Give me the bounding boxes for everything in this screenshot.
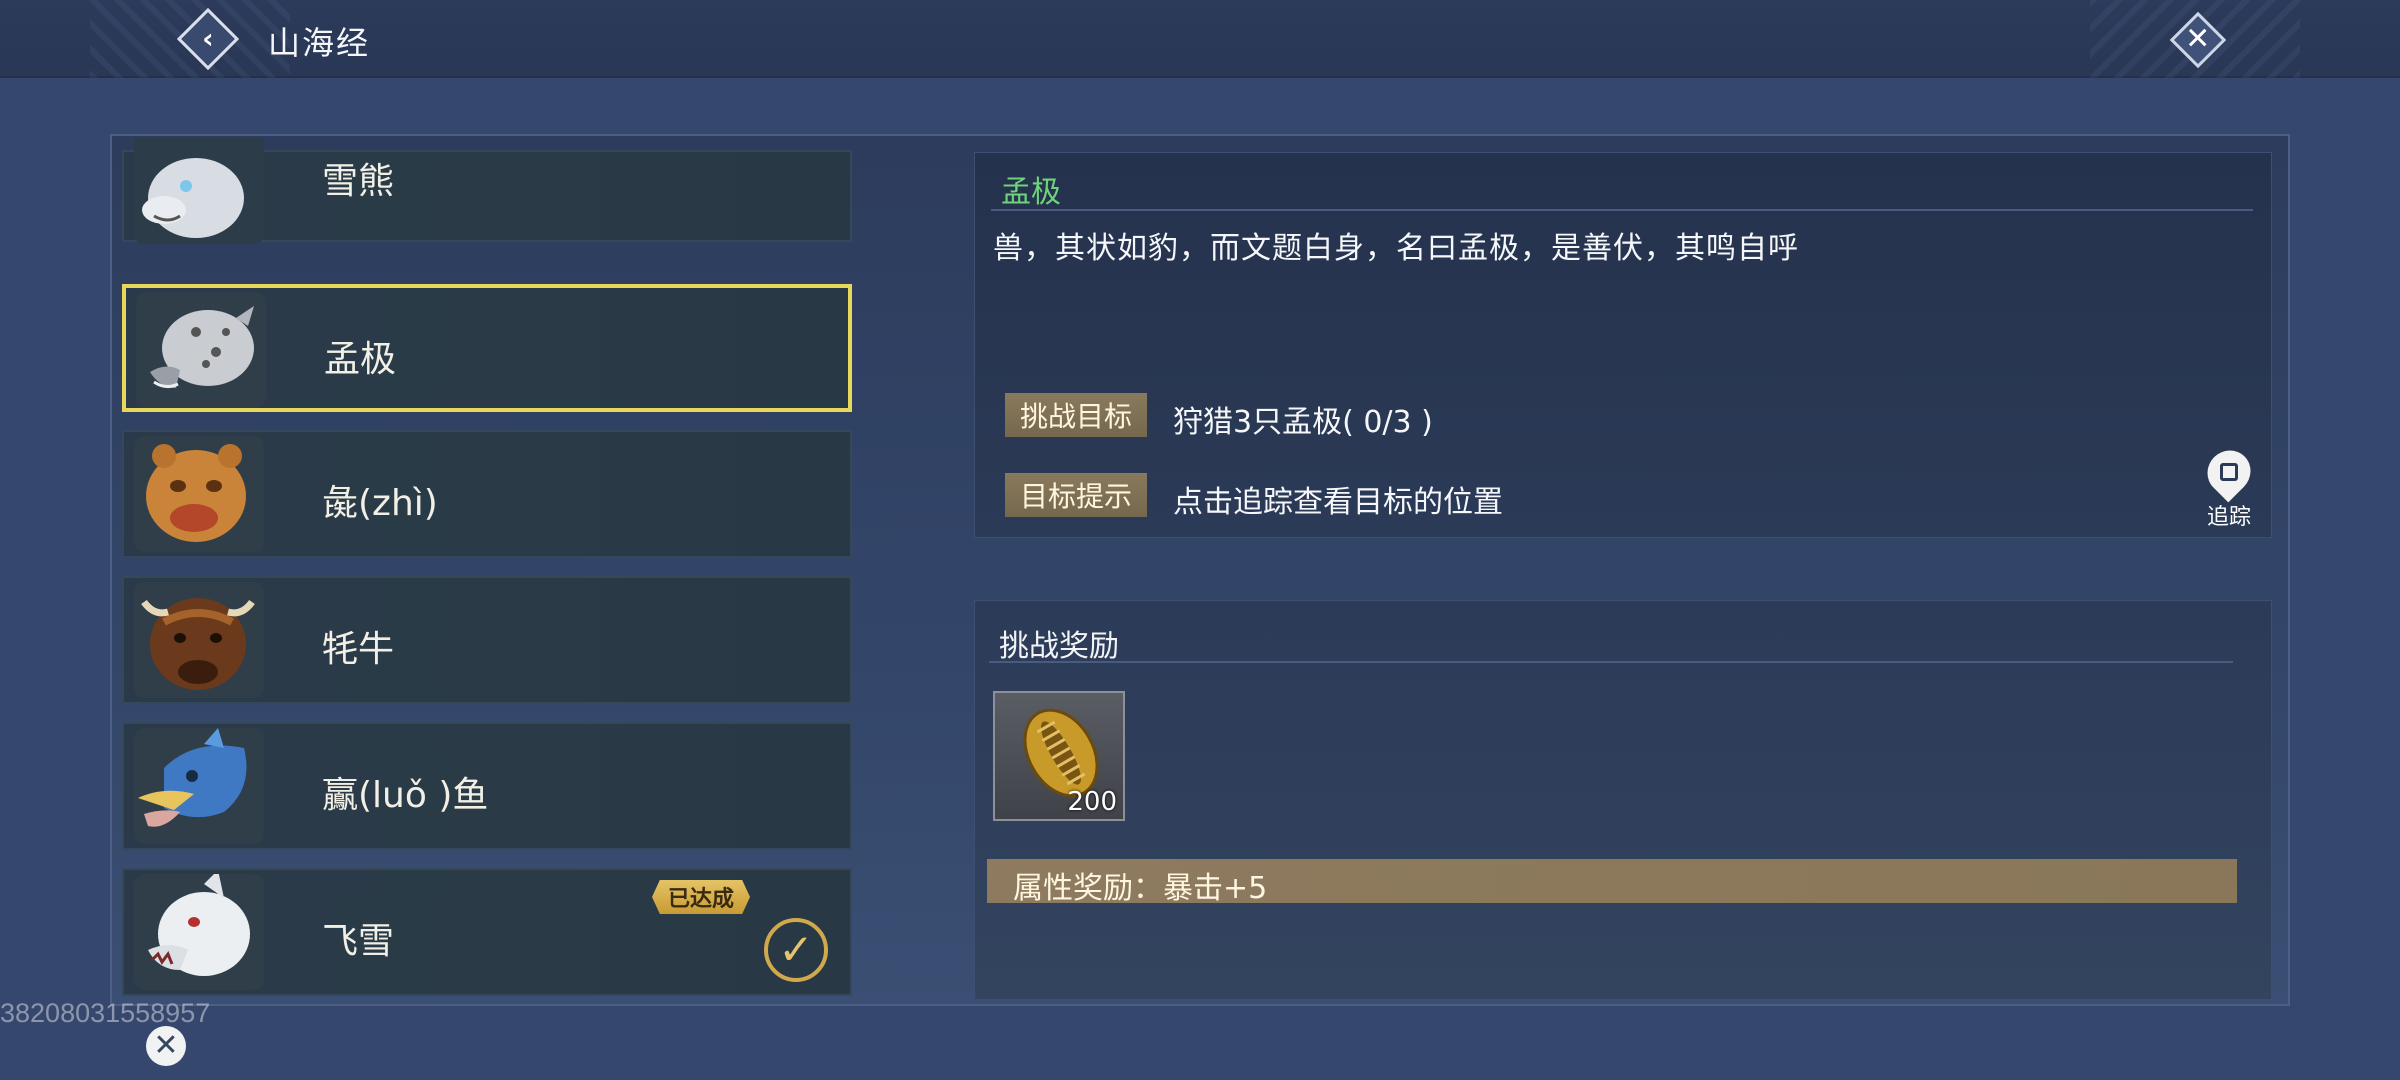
beast-item-feixue[interactable]: 飞雪 已达成 ✓ (122, 868, 852, 996)
goal-hint-label: 目标提示 (1005, 473, 1147, 517)
page-title: 山海经 (268, 24, 371, 62)
attribute-reward-text: 属性奖励：暴击+5 (1013, 871, 1268, 906)
back-arrow-icon: ‹ (202, 21, 214, 55)
close-icon: ✕ (153, 1028, 179, 1063)
feixue-portrait (134, 874, 264, 990)
detail-divider (991, 209, 2253, 211)
user-id-watermark: 38208031558957 (0, 998, 211, 1028)
close-icon: ✕ (2185, 21, 2211, 57)
goal-hint-text: 点击追踪查看目标的位置 (1173, 485, 1503, 520)
yak-portrait (134, 582, 264, 698)
check-icon: ✓ (764, 918, 828, 982)
beast-list-panel[interactable]: 鸟兽 雪熊 孟极 (114, 138, 854, 1004)
reward-item-count: 200 (1067, 787, 1117, 817)
track-label: 追踪 (2206, 505, 2251, 530)
beast-name: 彘(zhì) (322, 483, 438, 524)
beast-item-zhi[interactable]: 彘(zhì) (122, 430, 852, 558)
beast-name: 飞雪 (322, 921, 395, 962)
beast-item-snow-bear[interactable]: 雪熊 (122, 138, 852, 244)
zhi-portrait (134, 436, 264, 552)
attribute-reward-bar: 属性奖励：暴击+5 (987, 859, 2237, 906)
reward-item-slot[interactable]: 200 (993, 691, 1125, 821)
beast-item-mengji[interactable]: 孟极 (122, 284, 852, 412)
beast-detail-panel: 孟极 兽，其状如豹，而文题白身，名曰孟极，是善伏，其鸣自呼 挑战目标 狩猎3只孟… (974, 152, 2272, 538)
beast-name: 鸁(luǒ )鱼 (322, 775, 489, 816)
beast-detail-title: 孟极 (1001, 175, 1061, 210)
top-bar: ‹ 山海经 ✕ (0, 0, 2400, 78)
reward-title: 挑战奖励 (999, 629, 1119, 664)
mengji-portrait (136, 292, 266, 408)
beast-name: 牦牛 (322, 629, 395, 670)
beast-name: 雪熊 (322, 161, 395, 202)
challenge-goal-text: 狩猎3只孟极( 0/3 ) (1173, 405, 1433, 440)
beast-item-yak[interactable]: 牦牛 (122, 576, 852, 704)
location-pin-icon (2198, 441, 2260, 503)
snow-bear-portrait (134, 138, 264, 244)
reward-panel: 挑战奖励 200 属性奖励：暴击+5 (974, 600, 2272, 1000)
beast-name: 孟极 (324, 339, 397, 380)
beast-description: 兽，其状如豹，而文题白身，名曰孟极，是善伏，其鸣自呼 (993, 231, 1799, 266)
beast-item-luoyu[interactable]: 鸁(luǒ )鱼 (122, 722, 852, 850)
track-button[interactable]: 追踪 (2198, 441, 2260, 531)
challenge-goal-label: 挑战目标 (1005, 393, 1147, 437)
reward-divider (989, 661, 2233, 663)
luoyu-portrait (134, 728, 264, 844)
completed-badge: 已达成 (652, 880, 750, 914)
back-button[interactable]: ‹ (176, 7, 240, 71)
floating-close-button[interactable]: ✕ (146, 1026, 186, 1066)
close-button[interactable]: ✕ (2168, 10, 2228, 70)
